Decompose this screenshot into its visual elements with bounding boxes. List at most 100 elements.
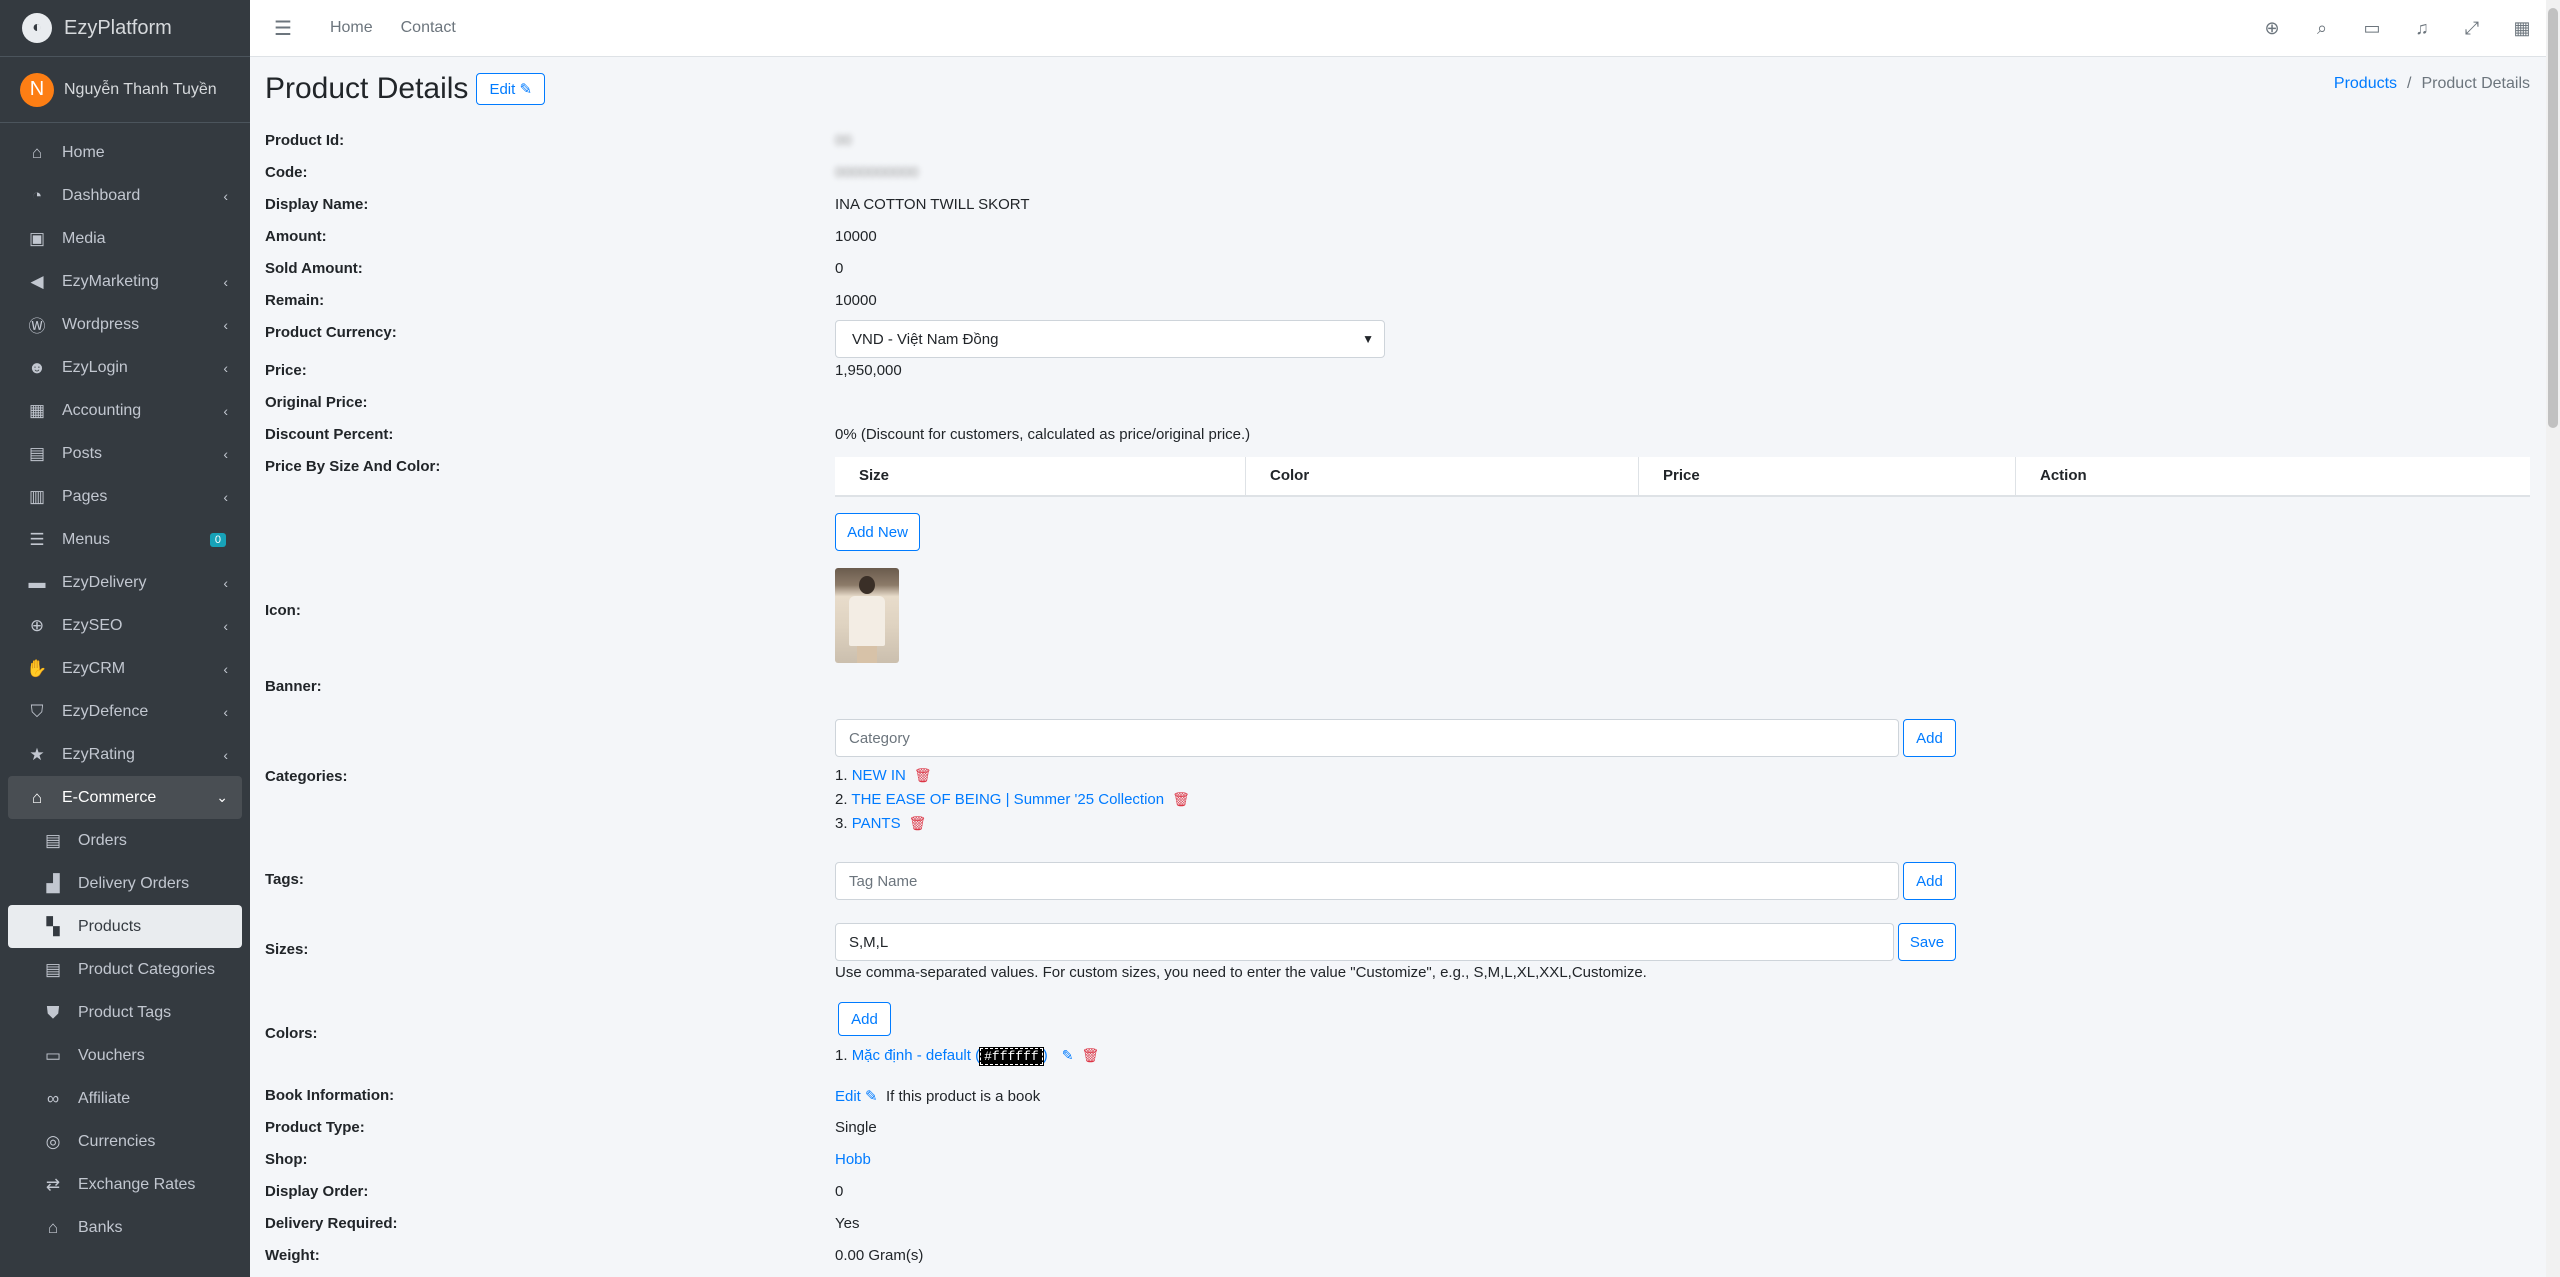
search-icon[interactable]: ⌕ — [2312, 18, 2332, 39]
color-item: 1. Mặc định - default (#ffffff) ✎ 🗑 — [835, 1047, 1100, 1066]
chevron-left-icon: ‹ — [223, 445, 228, 462]
sidebar-item-home[interactable]: ⌂ Home — [8, 131, 242, 174]
chevron-left-icon: ‹ — [223, 617, 228, 634]
chevron-left-icon: ‹ — [223, 574, 228, 591]
value-display-name: INA COTTON TWILL SKORT — [835, 196, 1030, 213]
add-category-button[interactable]: Add — [1903, 719, 1956, 757]
file-icon: ▤ — [28, 443, 46, 463]
list-icon: ▤ — [44, 959, 62, 979]
details-grid: Product Id: 00 Code: 0000000000 Display … — [265, 57, 2530, 1277]
sidebar-item-ezylogin[interactable]: ☻ EzyLogin ‹ — [8, 346, 242, 389]
sidebar-item-ezydefence[interactable]: ⛉ EzyDefence ‹ — [8, 690, 242, 733]
chevron-left-icon: ‹ — [223, 660, 228, 677]
sidebar-item-ezyseo[interactable]: ⊕ EzySEO ‹ — [8, 604, 242, 647]
sidebar-item-media[interactable]: ▣ Media — [8, 217, 242, 260]
sidebar-item-ezyrating[interactable]: ★ EzyRating ‹ — [8, 733, 242, 776]
sidebar-item-vouchers[interactable]: ▭ Vouchers — [8, 1034, 242, 1077]
exchange-icon: ⇄ — [45, 1174, 61, 1194]
category-input[interactable]: Category — [835, 719, 1899, 757]
value-remain: 10000 — [835, 292, 877, 309]
save-sizes-button[interactable]: Save — [1898, 923, 1956, 961]
tags-icon: ⛊ — [46, 1002, 60, 1022]
sidebar-item-exchange-rates[interactable]: ⇄ Exchange Rates — [8, 1163, 242, 1206]
sidebar-item-posts[interactable]: ▤ Posts ‹ — [8, 432, 242, 475]
sidebar-item-dashboard[interactable]: ◔ Dashboard ‹ — [8, 174, 242, 217]
globe-icon[interactable]: ⊕ — [2262, 18, 2282, 39]
comments-icon[interactable]: ▭ — [2362, 18, 2382, 39]
trash-icon[interactable]: 🗑 — [1172, 791, 1190, 807]
label-remain: Remain: — [265, 292, 325, 309]
sidebar-item-ezycrm[interactable]: ✋ EzyCRM ‹ — [8, 647, 242, 690]
bars-icon: ☰ — [29, 529, 45, 549]
bell-icon[interactable]: ♫ — [2412, 18, 2432, 39]
label-sizes: Sizes: — [265, 941, 309, 958]
user-name[interactable]: Nguyễn Thanh Tuyền — [64, 81, 217, 99]
trash-icon[interactable]: 🗑 — [909, 815, 927, 831]
sidebar-item-menus[interactable]: ☰ Menus 0 — [8, 518, 242, 561]
tag-input[interactable]: Tag Name — [835, 862, 1899, 900]
book-icon: ▥ — [28, 486, 46, 506]
label-sold-amount: Sold Amount: — [265, 260, 363, 277]
brand[interactable]: ◐ EzyPlatform — [0, 0, 250, 57]
currency-select[interactable]: VND - Việt Nam Đồng ▼ — [835, 320, 1385, 358]
book-info-edit-link[interactable]: Edit — [835, 1088, 861, 1105]
top-link-home[interactable]: Home — [330, 19, 373, 37]
label-discount: Discount Percent: — [265, 426, 394, 443]
grid-icon[interactable]: ▦ — [2512, 18, 2532, 39]
category-link[interactable]: NEW IN — [852, 767, 906, 784]
edit-icon[interactable]: ✎ — [865, 1088, 878, 1105]
boxes-icon: ▚ — [46, 916, 60, 936]
expand-icon[interactable]: ⤢ — [2462, 18, 2482, 39]
chevron-left-icon: ‹ — [223, 746, 228, 763]
sidebar-item-product-tags[interactable]: ⛊ Product Tags — [8, 991, 242, 1034]
category-item: 3. PANTS 🗑 — [835, 815, 927, 832]
sidebar-item-ezydelivery[interactable]: ▬ EzyDelivery ‹ — [8, 561, 242, 604]
shop-link[interactable]: Hobb — [835, 1151, 871, 1168]
price-by-size-table-header: Size Color Price Action — [835, 457, 2530, 497]
label-shop: Shop: — [265, 1151, 308, 1168]
avatar: N — [20, 72, 54, 107]
sidebar-item-accounting[interactable]: ▦ Accounting ‹ — [8, 389, 242, 432]
trash-icon[interactable]: 🗑 — [1081, 1047, 1099, 1063]
link-icon: ∞ — [46, 1088, 60, 1108]
sidebar-item-product-categories[interactable]: ▤ Product Categories — [8, 948, 242, 991]
add-color-button[interactable]: Add — [838, 1002, 891, 1036]
category-link[interactable]: THE EASE OF BEING | Summer '25 Collectio… — [851, 791, 1164, 808]
trash-icon[interactable]: 🗑 — [914, 767, 932, 783]
sidebar-item-wordpress[interactable]: Ⓦ Wordpress ‹ — [8, 303, 242, 346]
label-price-by-size: Price By Size And Color: — [265, 458, 441, 475]
value-display-order: 0 — [835, 1183, 844, 1200]
top-link-contact[interactable]: Contact — [401, 19, 456, 37]
sidebar-item-products[interactable]: ▚ Products — [8, 905, 242, 948]
basket-icon: ⌂ — [31, 787, 43, 807]
category-link[interactable]: PANTS — [852, 815, 901, 832]
sidebar-item-currencies[interactable]: ◎ Currencies — [8, 1120, 242, 1163]
color-link[interactable]: Mặc định - default — [852, 1047, 971, 1064]
sidebar-item-affiliate[interactable]: ∞ Affiliate — [8, 1077, 242, 1120]
label-colors: Colors: — [265, 1025, 318, 1042]
hamburger-icon[interactable]: ☰ — [274, 16, 292, 41]
sidebar-item-banks[interactable]: ⌂ Banks — [8, 1206, 242, 1249]
label-display-name: Display Name: — [265, 196, 369, 213]
user-panel[interactable]: N Nguyễn Thanh Tuyền — [0, 57, 250, 123]
product-icon-image[interactable] — [835, 568, 899, 663]
value-code: 0000000000 — [835, 164, 919, 181]
sizes-input[interactable]: S,M,L — [835, 923, 1894, 961]
sidebar-item-delivery-orders[interactable]: ▟ Delivery Orders — [8, 862, 242, 905]
sidebar-item-orders[interactable]: ▤ Orders — [8, 819, 242, 862]
page-scrollbar[interactable] — [2546, 0, 2560, 1277]
add-tag-button[interactable]: Add — [1903, 862, 1956, 900]
add-new-price-button[interactable]: Add New — [835, 513, 920, 551]
sidebar-item-pages[interactable]: ▥ Pages ‹ — [8, 475, 242, 518]
value-amount: 10000 — [835, 228, 877, 245]
edit-icon[interactable]: ✎ — [1062, 1047, 1074, 1063]
value-price: 1,950,000 — [835, 362, 902, 379]
sidebar-item-ezymarketing[interactable]: ◀ EzyMarketing ‹ — [8, 260, 242, 303]
ticket-icon: ▭ — [44, 1045, 62, 1065]
star-icon: ★ — [29, 744, 45, 764]
scrollbar-thumb[interactable] — [2548, 8, 2558, 428]
chevron-left-icon: ‹ — [223, 187, 228, 204]
handshake-icon: ✋ — [26, 658, 48, 678]
image-icon: ▣ — [28, 228, 46, 248]
sidebar-item-ecommerce[interactable]: ⌂ E-Commerce ⌄ — [8, 776, 242, 819]
